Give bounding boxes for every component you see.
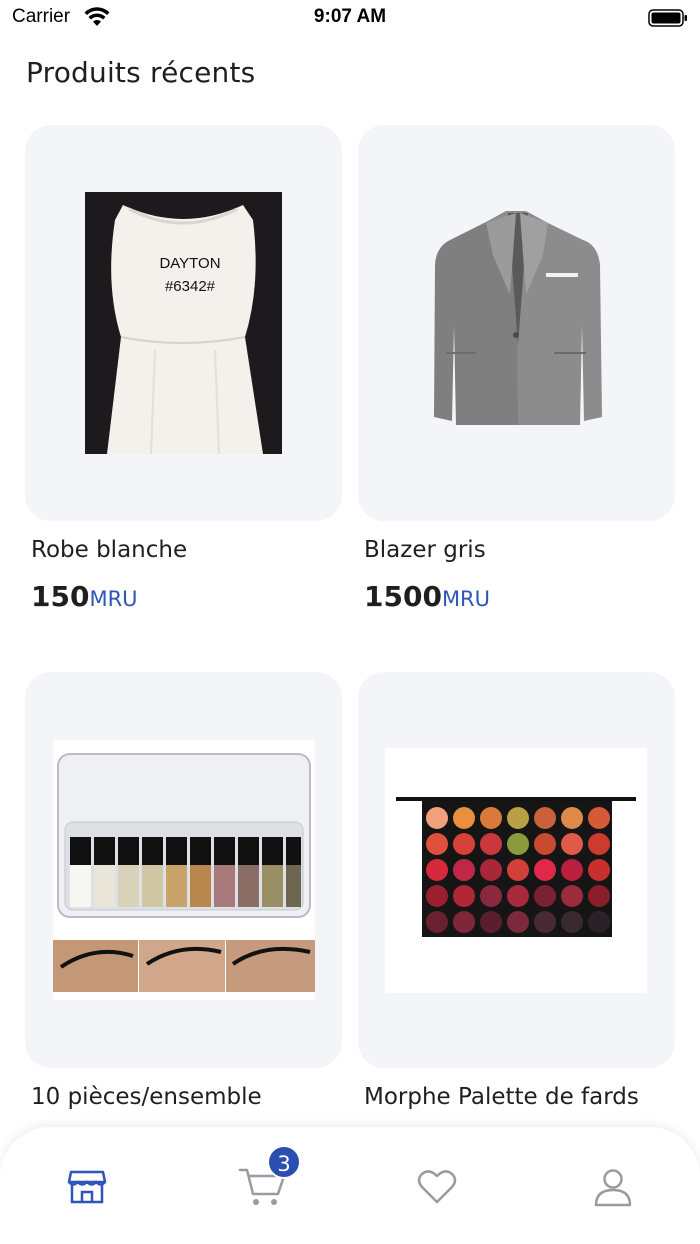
user-icon	[594, 1169, 632, 1207]
eyeshadow-pan	[453, 859, 475, 881]
eyeshadow-pan	[588, 859, 610, 881]
price-currency: MRU	[441, 587, 491, 611]
product-card[interactable]: Blazer gris 1500MRU	[358, 125, 675, 613]
battery-icon	[648, 9, 687, 27]
eyeshadow-pan	[507, 885, 529, 907]
product-price: 1500MRU	[364, 580, 490, 613]
page-title: Produits récents	[26, 56, 256, 89]
eyeshadow-pan	[480, 911, 502, 933]
eyeshadow-pan	[507, 833, 529, 855]
eyeshadow-pan	[453, 885, 475, 907]
eyeshadow-pan	[534, 911, 556, 933]
eyeshadow-pan	[453, 807, 475, 829]
blazer-image	[434, 211, 602, 425]
product-image-container[interactable]: DAYTON #6342#	[25, 125, 342, 521]
price-amount: 150	[31, 580, 90, 613]
eyeshadow-pan	[426, 859, 448, 881]
nav-item-profile[interactable]	[588, 1162, 638, 1212]
product-name[interactable]: Robe blanche	[31, 537, 187, 563]
eyeshadow-pan	[561, 911, 583, 933]
product-image-container[interactable]	[25, 672, 342, 1068]
eyeshadow-pan	[480, 833, 502, 855]
nav-item-favorites[interactable]	[412, 1162, 462, 1212]
price-currency: MRU	[89, 587, 138, 611]
eyeshadow-pan	[507, 859, 529, 881]
eyeshadow-pan	[561, 833, 583, 855]
eyeshadow-pan	[588, 833, 610, 855]
dress-image: DAYTON #6342#	[85, 192, 282, 455]
eyeliner-set-image	[53, 740, 315, 1000]
palette-image	[385, 748, 647, 993]
dress-label-line-2: #6342#	[165, 278, 216, 295]
product-price: 150MRU	[31, 580, 138, 613]
eyeshadow-pan	[426, 885, 448, 907]
eyeshadow-pan	[588, 807, 610, 829]
eyeshadow-pan	[480, 807, 502, 829]
eyeshadow-pan	[426, 911, 448, 933]
eyeshadow-pan	[507, 807, 529, 829]
eyeshadow-pan	[534, 885, 556, 907]
product-name[interactable]: Blazer gris	[364, 537, 486, 563]
eyeshadow-pan	[426, 807, 448, 829]
store-icon	[67, 1170, 107, 1204]
eyeshadow-pan	[480, 885, 502, 907]
eyeshadow-pan	[561, 859, 583, 881]
eyeshadow-pan	[534, 859, 556, 881]
heart-icon	[417, 1170, 457, 1204]
eyeshadow-pan	[480, 859, 502, 881]
bottom-nav-bar: 3	[0, 1127, 700, 1244]
eyeshadow-pan	[561, 807, 583, 829]
status-bar: Carrier 9:07 AM	[0, 0, 700, 40]
eyeshadow-pan	[507, 911, 529, 933]
eyeshadow-pan	[534, 833, 556, 855]
cart-count-badge: 3	[267, 1145, 301, 1179]
eyeshadow-pan	[561, 885, 583, 907]
dress-label-line-1: DAYTON	[159, 255, 220, 272]
eyeshadow-pan	[453, 911, 475, 933]
clock: 9:07 AM	[313, 6, 387, 27]
product-card[interactable]: 10 pièces/ensemble	[25, 672, 342, 1110]
product-image-container[interactable]	[358, 125, 675, 521]
product-name[interactable]: 10 pièces/ensemble	[31, 1084, 262, 1110]
eyeshadow-pan	[453, 833, 475, 855]
product-card[interactable]: Morphe Palette de fards	[358, 672, 675, 1110]
product-image-container[interactable]	[358, 672, 675, 1068]
product-name[interactable]: Morphe Palette de fards	[364, 1084, 639, 1110]
price-amount: 1500	[364, 580, 442, 613]
eyeshadow-pan	[588, 885, 610, 907]
product-card[interactable]: DAYTON #6342# Robe blanche 150MRU	[25, 125, 342, 613]
nav-item-store[interactable]	[62, 1162, 112, 1212]
eyeshadow-pan	[426, 833, 448, 855]
eyeshadow-pan	[534, 807, 556, 829]
eyeshadow-pan	[588, 911, 610, 933]
